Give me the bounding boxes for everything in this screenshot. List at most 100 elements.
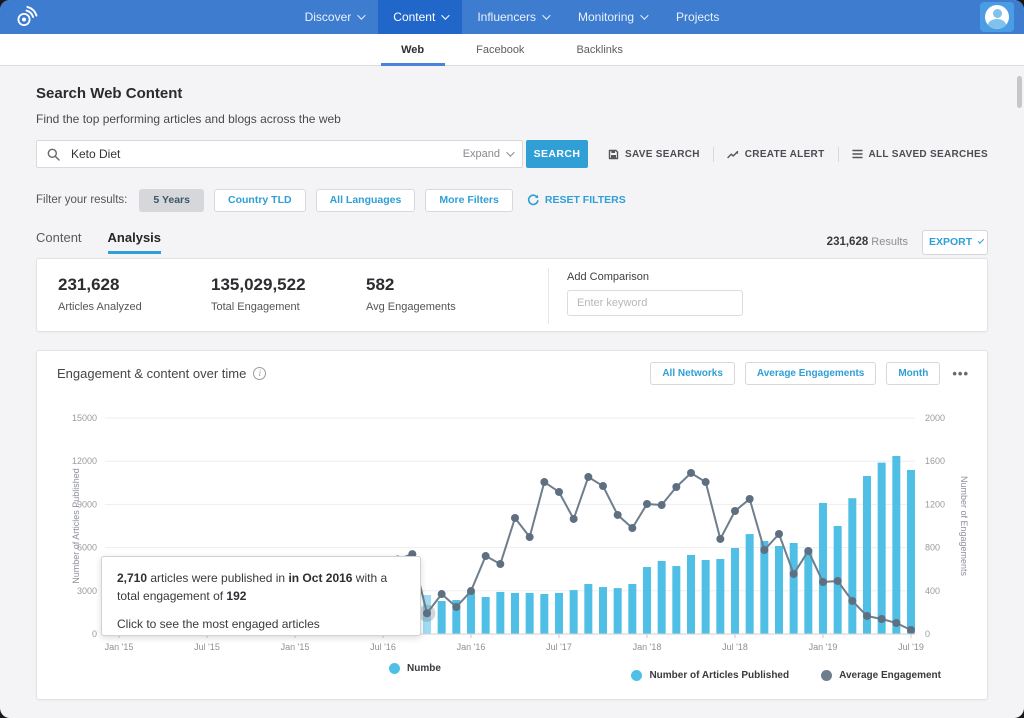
save-search-button[interactable]: SAVE SEARCH	[608, 149, 700, 160]
chevron-down-icon	[640, 11, 648, 19]
chart-header: Engagement & content over time i All Net…	[37, 351, 987, 395]
all-saved-searches-button[interactable]: ALL SAVED SEARCHES	[852, 149, 989, 160]
app-window: Discover Content Influencers Monitoring …	[0, 0, 1024, 718]
svg-text:Jan '15: Jan '15	[281, 642, 310, 652]
svg-text:9000: 9000	[77, 499, 97, 509]
legend-partial-label: Numbe	[407, 663, 441, 674]
legend-dot-icon	[631, 670, 642, 681]
list-icon	[852, 149, 863, 159]
reset-filters-button[interactable]: RESET FILTERS	[527, 194, 626, 206]
content-subnav: Web Facebook Backlinks	[0, 34, 1024, 66]
search-box[interactable]: Expand	[36, 140, 523, 168]
svg-text:12000: 12000	[72, 456, 97, 466]
svg-text:6000: 6000	[77, 543, 97, 553]
svg-text:400: 400	[925, 586, 940, 596]
stat-label: Avg Engagements	[366, 301, 456, 313]
floppy-disk-icon	[608, 149, 619, 160]
chart-title: Engagement & content over time i	[57, 366, 266, 381]
subtab-backlinks[interactable]: Backlinks	[574, 35, 624, 65]
nav-label: Content	[393, 10, 435, 24]
search-input[interactable]	[69, 146, 463, 162]
filter-row: Filter your results: 5 Years Country TLD…	[36, 188, 988, 212]
svg-text:Jul '16: Jul '16	[370, 642, 396, 652]
expand-toggle[interactable]: Expand	[463, 148, 512, 160]
divider	[548, 268, 549, 324]
chart-legend: Number of Articles Published Average Eng…	[631, 670, 941, 681]
svg-text:Jul '18: Jul '18	[722, 642, 748, 652]
nav-item-monitoring[interactable]: Monitoring	[563, 0, 661, 34]
chevron-down-icon	[978, 237, 984, 243]
svg-text:Jul '15: Jul '15	[194, 642, 220, 652]
engagement-chart: 0030004006000800900012001200016001500020…	[37, 351, 989, 701]
legend-item-articles[interactable]: Number of Articles Published	[631, 670, 789, 681]
svg-text:Jul '19: Jul '19	[898, 642, 924, 652]
scrollbar-thumb[interactable]	[1017, 76, 1022, 108]
stat-value: 582	[366, 275, 456, 295]
chart-tooltip[interactable]: 2,710 articles were published in in Oct …	[101, 556, 421, 636]
svg-text:0: 0	[925, 629, 930, 639]
legend-partial: Numbe	[389, 663, 441, 674]
svg-text:3000: 3000	[77, 586, 97, 596]
trend-arrow-icon	[727, 149, 739, 160]
svg-text:Jul '17: Jul '17	[546, 642, 572, 652]
filter-chip-country-tld[interactable]: Country TLD	[214, 189, 306, 212]
filter-label: Filter your results:	[36, 194, 127, 206]
add-comparison: Add Comparison	[567, 271, 743, 316]
create-alert-button[interactable]: CREATE ALERT	[727, 149, 825, 160]
page-subtitle: Find the top performing articles and blo…	[36, 112, 341, 126]
refresh-icon	[527, 194, 539, 206]
active-tab-underline	[108, 251, 161, 254]
svg-text:800: 800	[925, 543, 940, 553]
filter-chip-date-range[interactable]: 5 Years	[139, 189, 204, 212]
svg-text:Jan '18: Jan '18	[633, 642, 662, 652]
top-nav: Discover Content Influencers Monitoring …	[0, 0, 1024, 34]
legend-item-engagement[interactable]: Average Engagement	[821, 670, 941, 681]
tab-content[interactable]: Content	[36, 230, 82, 254]
nav-item-influencers[interactable]: Influencers	[462, 0, 563, 34]
svg-text:1200: 1200	[925, 499, 945, 509]
search-row: Expand SEARCH SAVE SEARCH CREATE ALERT A…	[36, 140, 988, 168]
comparison-keyword-input[interactable]	[567, 290, 743, 316]
tooltip-action-text: Click to see the most engaged articles	[117, 615, 405, 633]
subtab-facebook[interactable]: Facebook	[474, 35, 526, 65]
engagement-chart-card: Engagement & content over time i All Net…	[36, 350, 988, 700]
average-engagements-button[interactable]: Average Engagements	[745, 362, 876, 385]
chevron-down-icon	[441, 11, 449, 19]
chevron-down-icon	[506, 148, 514, 156]
nav-label: Projects	[676, 10, 719, 24]
search-button[interactable]: SEARCH	[526, 140, 588, 168]
chevron-down-icon	[542, 11, 550, 19]
legend-dot-icon	[389, 663, 400, 674]
stat-value: 135,029,522	[211, 275, 306, 295]
month-button[interactable]: Month	[886, 362, 940, 385]
svg-text:Number of Articles Published: Number of Articles Published	[71, 468, 81, 584]
add-comparison-label: Add Comparison	[567, 271, 743, 283]
filter-chip-more-filters[interactable]: More Filters	[425, 189, 513, 212]
stat-articles-analyzed: 231,628 Articles Analyzed	[58, 275, 142, 313]
chart-controls: All Networks Average Engagements Month •…	[650, 362, 971, 385]
divider	[713, 147, 714, 162]
user-avatar[interactable]	[980, 2, 1014, 32]
all-networks-button[interactable]: All Networks	[650, 362, 735, 385]
tooltip-text: 2,710 articles were published in in Oct …	[117, 569, 405, 605]
svg-text:1600: 1600	[925, 456, 945, 466]
nav-label: Discover	[305, 10, 352, 24]
subtab-web[interactable]: Web	[399, 35, 426, 65]
svg-text:Jan '19: Jan '19	[809, 642, 838, 652]
stat-total-engagement: 135,029,522 Total Engagement	[211, 275, 306, 313]
tab-analysis[interactable]: Analysis	[108, 230, 161, 254]
export-button[interactable]: EXPORT	[922, 230, 988, 255]
nav-item-content[interactable]: Content	[378, 0, 462, 34]
nav-label: Monitoring	[578, 10, 634, 24]
nav-item-projects[interactable]: Projects	[661, 0, 734, 34]
stat-label: Total Engagement	[211, 301, 306, 313]
info-icon[interactable]: i	[253, 367, 266, 380]
chart-menu-button[interactable]: •••	[950, 366, 971, 381]
nav-item-discover[interactable]: Discover	[290, 0, 379, 34]
stats-panel: 231,628 Articles Analyzed 135,029,522 To…	[36, 258, 988, 332]
main-menu: Discover Content Influencers Monitoring …	[0, 0, 1024, 34]
svg-text:0: 0	[92, 629, 97, 639]
results-count: 231,628 Results	[827, 236, 908, 248]
person-icon	[985, 5, 1009, 29]
filter-chip-languages[interactable]: All Languages	[316, 189, 416, 212]
